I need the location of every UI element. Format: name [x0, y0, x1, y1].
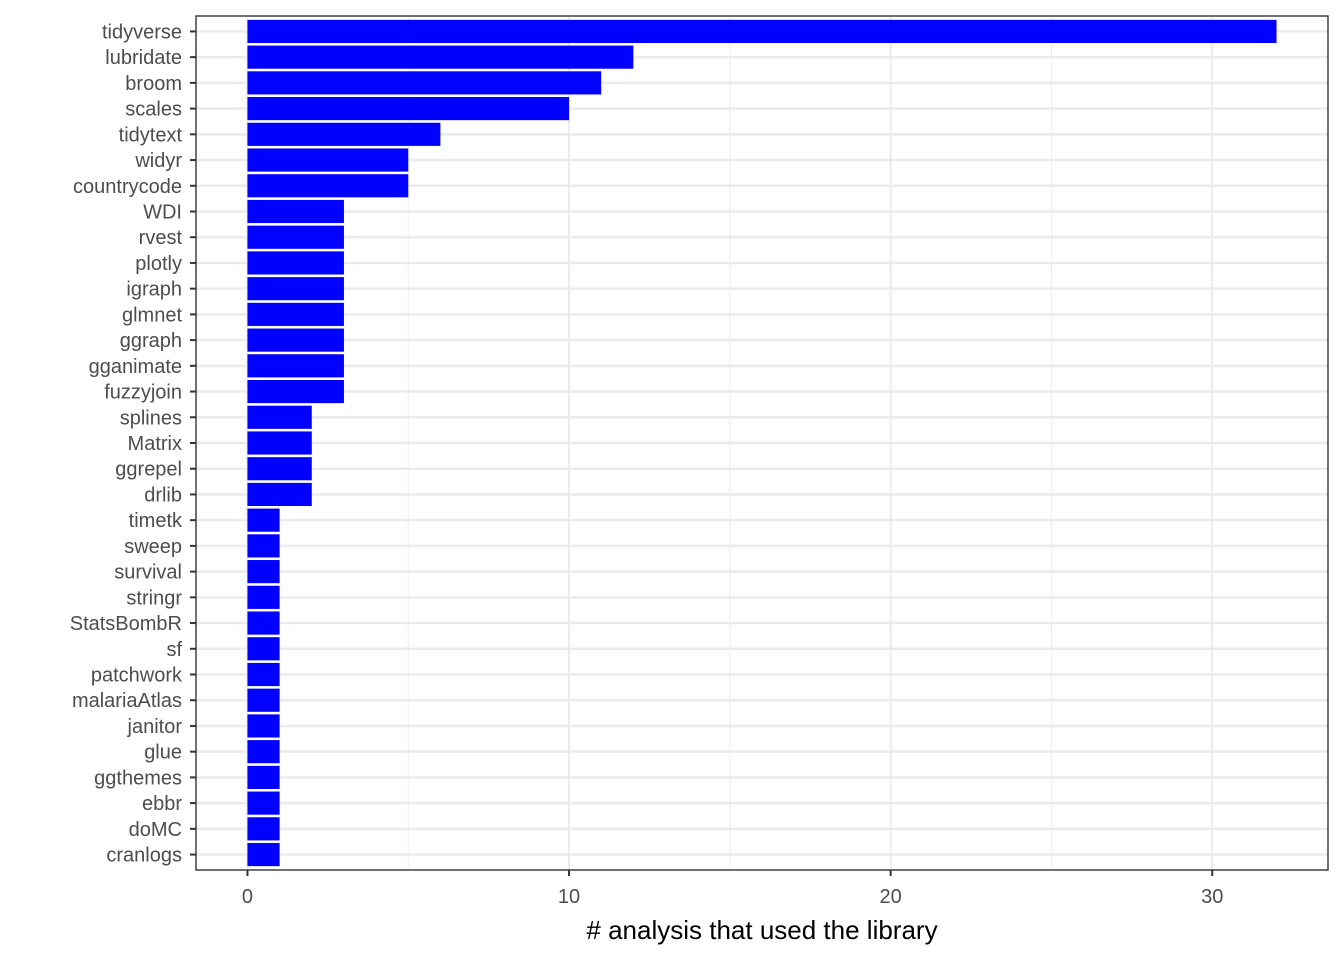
y-tick-label: rvest: [139, 227, 183, 249]
bar-gganimate: [247, 354, 344, 378]
bar-sweep: [247, 534, 280, 558]
bar-stringr: [247, 585, 280, 609]
bar-fuzzyjoin: [247, 379, 344, 404]
y-tick-label: glmnet: [122, 304, 182, 326]
bar-ggthemes: [247, 765, 280, 789]
bar-WDI: [247, 199, 344, 224]
bar-scales: [247, 97, 570, 121]
bar-igraph: [247, 277, 344, 301]
bar-tidytext: [247, 122, 441, 146]
x-axis-title: # analysis that used the library: [586, 915, 937, 945]
y-tick-label: gganimate: [89, 356, 182, 378]
y-tick-label: malariaAtlas: [72, 690, 182, 712]
x-tick-label: 10: [558, 886, 580, 908]
bar-widyr: [247, 148, 409, 172]
y-tick-label: stringr: [126, 587, 182, 609]
bar-Matrix: [247, 431, 312, 455]
y-tick-label: splines: [120, 407, 182, 429]
bar-janitor: [247, 714, 280, 738]
y-tick-label: glue: [144, 742, 182, 764]
x-tick-label: 20: [880, 886, 902, 908]
y-tick-label: scales: [125, 99, 182, 121]
bar-patchwork: [247, 662, 280, 687]
bar-drlib: [247, 482, 312, 507]
y-tick-label: doMC: [129, 819, 182, 841]
y-tick-label: tidytext: [119, 124, 183, 146]
bar-chart: tidyverse lubridate broom scales tidytext wid…: [70, 15, 1329, 945]
y-tick-label: ggthemes: [94, 767, 182, 789]
bar-lubridate: [247, 45, 634, 69]
bar-timetk: [247, 508, 280, 532]
bar-StatsBombR: [247, 611, 280, 635]
bar-ebbr: [247, 791, 280, 815]
y-tick-label: plotly: [135, 253, 182, 275]
bar-sf: [247, 637, 280, 661]
y-tick-label: igraph: [126, 279, 182, 301]
y-axis: tidyverse lubridate broom scales tidytext wid…: [70, 21, 196, 867]
y-tick-label: sf: [166, 639, 182, 661]
bar-rvest: [247, 225, 344, 249]
y-tick-label: timetk: [129, 510, 183, 532]
bar-plotly: [247, 251, 344, 275]
y-tick-label: cranlogs: [106, 845, 182, 867]
y-tick-label: StatsBombR: [70, 613, 182, 635]
y-tick-label: WDI: [143, 201, 182, 223]
x-axis: 0 10 20 30: [242, 870, 1223, 908]
bar-ggraph: [247, 328, 344, 352]
bar-doMC: [247, 817, 280, 841]
bar-tidyverse: [247, 19, 1277, 44]
bar-splines: [247, 405, 312, 429]
y-tick-label: survival: [114, 562, 182, 584]
x-tick-label: 0: [242, 886, 253, 908]
bar-glue: [247, 740, 280, 764]
bar-glmnet: [247, 302, 344, 326]
y-tick-label: countrycode: [73, 176, 182, 198]
bar-malariaAtlas: [247, 688, 280, 712]
y-tick-label: fuzzyjoin: [104, 382, 182, 404]
y-tick-label: lubridate: [105, 47, 182, 69]
y-tick-label: widyr: [134, 150, 182, 172]
bar-cranlogs: [247, 842, 280, 867]
y-tick-label: tidyverse: [102, 21, 182, 43]
y-tick-label: broom: [125, 73, 182, 95]
y-tick-label: ebbr: [142, 793, 182, 815]
y-tick-label: sweep: [124, 536, 182, 558]
y-tick-label: janitor: [127, 716, 183, 738]
y-tick-label: ggraph: [120, 330, 182, 352]
y-tick-label: drlib: [144, 484, 182, 506]
bar-broom: [247, 71, 602, 95]
y-tick-label: ggrepel: [115, 459, 182, 481]
bar-ggrepel: [247, 457, 312, 481]
bar-countrycode: [247, 174, 409, 198]
x-tick-label: 30: [1201, 886, 1223, 908]
y-tick-label: Matrix: [128, 433, 182, 455]
y-tick-label: patchwork: [91, 665, 183, 687]
bar-survival: [247, 560, 280, 584]
